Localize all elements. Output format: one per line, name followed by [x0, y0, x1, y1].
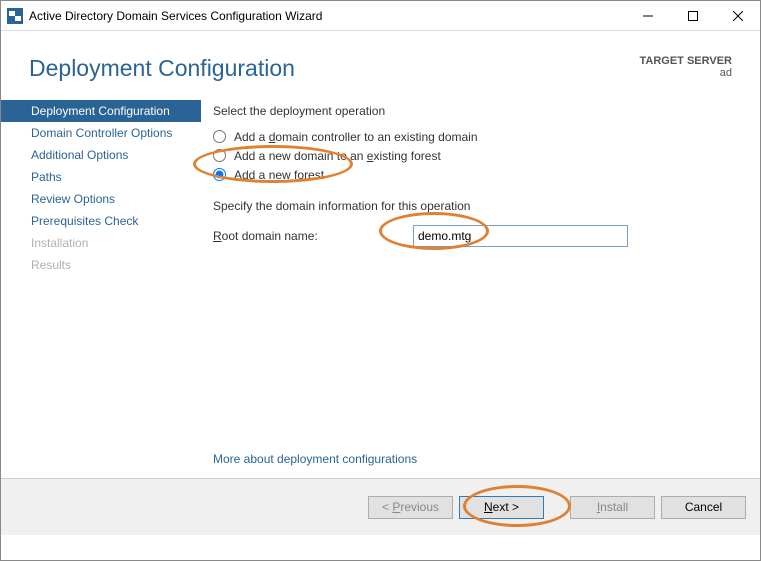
titlebar: Active Directory Domain Services Configu… [1, 1, 760, 31]
radio-existing-forest[interactable] [213, 149, 226, 162]
window-title: Active Directory Domain Services Configu… [29, 9, 625, 23]
wizard-main-panel: Select the deployment operation Add a do… [201, 90, 760, 478]
install-button: Install [570, 496, 655, 519]
radio-existing-domain-label[interactable]: Add a domain controller to an existing d… [234, 130, 478, 144]
step-additional-options[interactable]: Additional Options [1, 144, 201, 166]
wizard-content: Deployment Configuration Domain Controll… [1, 90, 760, 478]
select-operation-label: Select the deployment operation [213, 104, 732, 118]
previous-button: < Previous [368, 496, 453, 519]
window-controls [625, 1, 760, 31]
step-installation: Installation [1, 232, 201, 254]
radio-row-new-forest[interactable]: Add a new forest [213, 166, 732, 183]
app-icon [7, 8, 23, 24]
target-server-label: TARGET SERVER [640, 55, 733, 67]
step-paths[interactable]: Paths [1, 166, 201, 188]
root-domain-label: Root domain name: [213, 229, 413, 243]
step-review-options[interactable]: Review Options [1, 188, 201, 210]
minimize-button[interactable] [625, 1, 670, 31]
target-server-value: ad [640, 67, 733, 79]
close-button[interactable] [715, 1, 760, 31]
wizard-header: Deployment Configuration TARGET SERVER a… [1, 31, 760, 90]
wizard-steps-sidebar: Deployment Configuration Domain Controll… [1, 90, 201, 478]
root-domain-row: Root domain name: [213, 225, 732, 247]
radio-new-forest[interactable] [213, 168, 226, 181]
step-deployment-configuration[interactable]: Deployment Configuration [1, 100, 201, 122]
root-domain-input[interactable] [413, 225, 628, 247]
step-domain-controller-options[interactable]: Domain Controller Options [1, 122, 201, 144]
step-results: Results [1, 254, 201, 276]
maximize-button[interactable] [670, 1, 715, 31]
radio-existing-domain[interactable] [213, 130, 226, 143]
target-server-info: TARGET SERVER ad [640, 55, 733, 79]
radio-new-forest-label[interactable]: Add a new forest [234, 168, 324, 182]
specify-domain-label: Specify the domain information for this … [213, 199, 732, 213]
wizard-footer: < Previous Next > Install Cancel [1, 478, 760, 535]
radio-row-existing-domain[interactable]: Add a domain controller to an existing d… [213, 128, 732, 145]
step-prerequisites-check[interactable]: Prerequisites Check [1, 210, 201, 232]
page-title: Deployment Configuration [29, 55, 295, 82]
radio-existing-forest-label[interactable]: Add a new domain to an existing forest [234, 149, 441, 163]
next-button[interactable]: Next > [459, 496, 544, 519]
learn-more-link[interactable]: More about deployment configurations [213, 452, 417, 466]
radio-row-existing-forest[interactable]: Add a new domain to an existing forest [213, 147, 732, 164]
cancel-button[interactable]: Cancel [661, 496, 746, 519]
